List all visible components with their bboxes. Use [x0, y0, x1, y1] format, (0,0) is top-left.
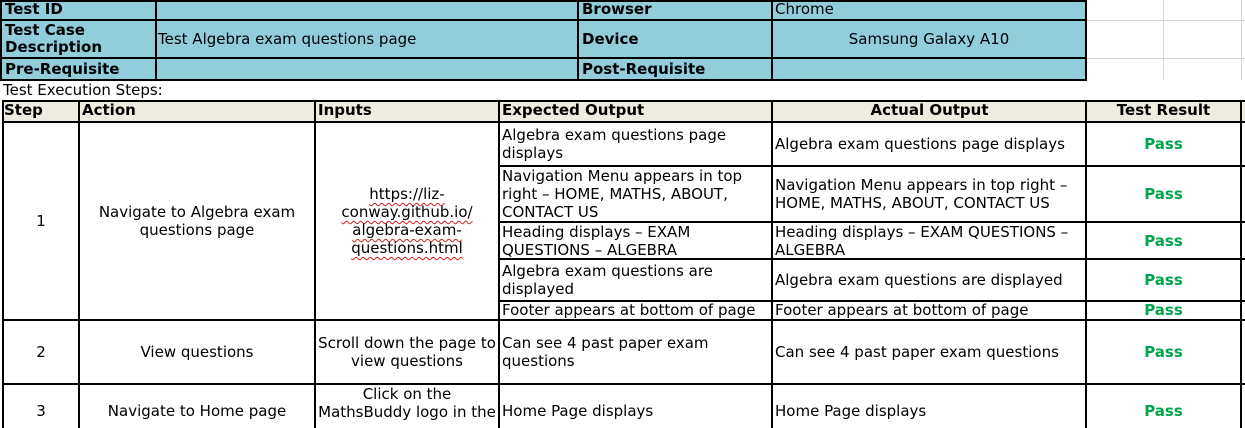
section-title: Test Execution Steps:: [3, 81, 163, 99]
col-header-actual: Actual Output: [870, 101, 989, 119]
actual-output: Can see 4 past paper exam questions: [775, 343, 1059, 361]
step-input: Scroll down the page to view questions: [318, 334, 496, 370]
step-action: View questions: [140, 343, 254, 361]
test-id-label: Test ID: [5, 0, 63, 18]
input-line: Click on the: [362, 385, 452, 403]
step-action: Navigate to Home page: [107, 402, 287, 420]
actual-output: Heading displays – EXAM QUESTIONS – ALGE…: [775, 223, 1069, 259]
input-line: algebra-exam-: [352, 221, 462, 239]
col-header-inputs: Inputs: [318, 101, 372, 119]
step-action: Navigate to Algebra exam questions page: [98, 203, 296, 239]
expected-output: Navigation Menu appears in top right – H…: [502, 167, 743, 221]
input-line: MathsBuddy logo in the: [318, 403, 496, 421]
description-value: Test Algebra exam questions page: [158, 29, 417, 48]
test-result: Pass: [1144, 135, 1183, 153]
prereq-label: Pre-Requisite: [5, 60, 120, 78]
postreq-label: Post-Requisite: [582, 60, 706, 78]
browser-value: Chrome: [775, 0, 834, 18]
actual-output: Algebra exam questions page displays: [775, 135, 1065, 153]
input-line: conway.github.io/: [341, 203, 473, 221]
actual-output: Footer appears at bottom of page: [775, 301, 1029, 319]
prereq-value: [158, 61, 576, 79]
test-result: Pass: [1144, 301, 1183, 319]
col-header-expected: Expected Output: [502, 101, 645, 119]
test-result: Pass: [1144, 271, 1183, 289]
test-result: Pass: [1144, 343, 1183, 361]
description-label: Test Case Description: [2, 22, 155, 58]
expected-output: Can see 4 past paper exam questions: [502, 334, 709, 370]
step-number: 1: [36, 212, 46, 230]
test-id-value: [158, 1, 576, 19]
col-header-action: Action: [82, 101, 136, 119]
description-label-line-1: Test Case: [5, 21, 85, 39]
expected-output: Algebra exam questions page displays: [502, 126, 727, 162]
expected-output: Algebra exam questions are displayed: [502, 262, 713, 298]
test-result: Pass: [1144, 185, 1183, 203]
postreq-value: [775, 61, 1083, 79]
actual-output: Navigation Menu appears in top right – H…: [775, 176, 1068, 212]
test-result: Pass: [1144, 231, 1183, 250]
expected-output: Heading displays – EXAM QUESTIONS – ALGE…: [502, 223, 691, 259]
test-result: Pass: [1144, 402, 1183, 420]
input-line: questions.html: [351, 239, 463, 257]
col-header-result: Test Result: [1116, 101, 1211, 119]
description-label-line-2: Description: [5, 38, 103, 56]
browser-label: Browser: [582, 0, 652, 18]
actual-output: Algebra exam questions are displayed: [775, 271, 1063, 289]
actual-output: Home Page displays: [775, 402, 927, 420]
expected-output: Footer appears at bottom of page: [502, 301, 756, 319]
expected-output: Home Page displays: [502, 402, 654, 420]
step-number: 2: [36, 343, 46, 361]
col-header-step: Step: [4, 101, 43, 119]
step-input: Click on the MathsBuddy logo in the: [316, 385, 498, 428]
step-number: 3: [36, 402, 46, 420]
device-label: Device: [582, 29, 639, 48]
device-value: Samsung Galaxy A10: [848, 29, 1010, 48]
input-line: https://liz-: [369, 185, 445, 203]
step-input-url: https://liz- conway.github.io/ algebra-e…: [316, 185, 498, 265]
